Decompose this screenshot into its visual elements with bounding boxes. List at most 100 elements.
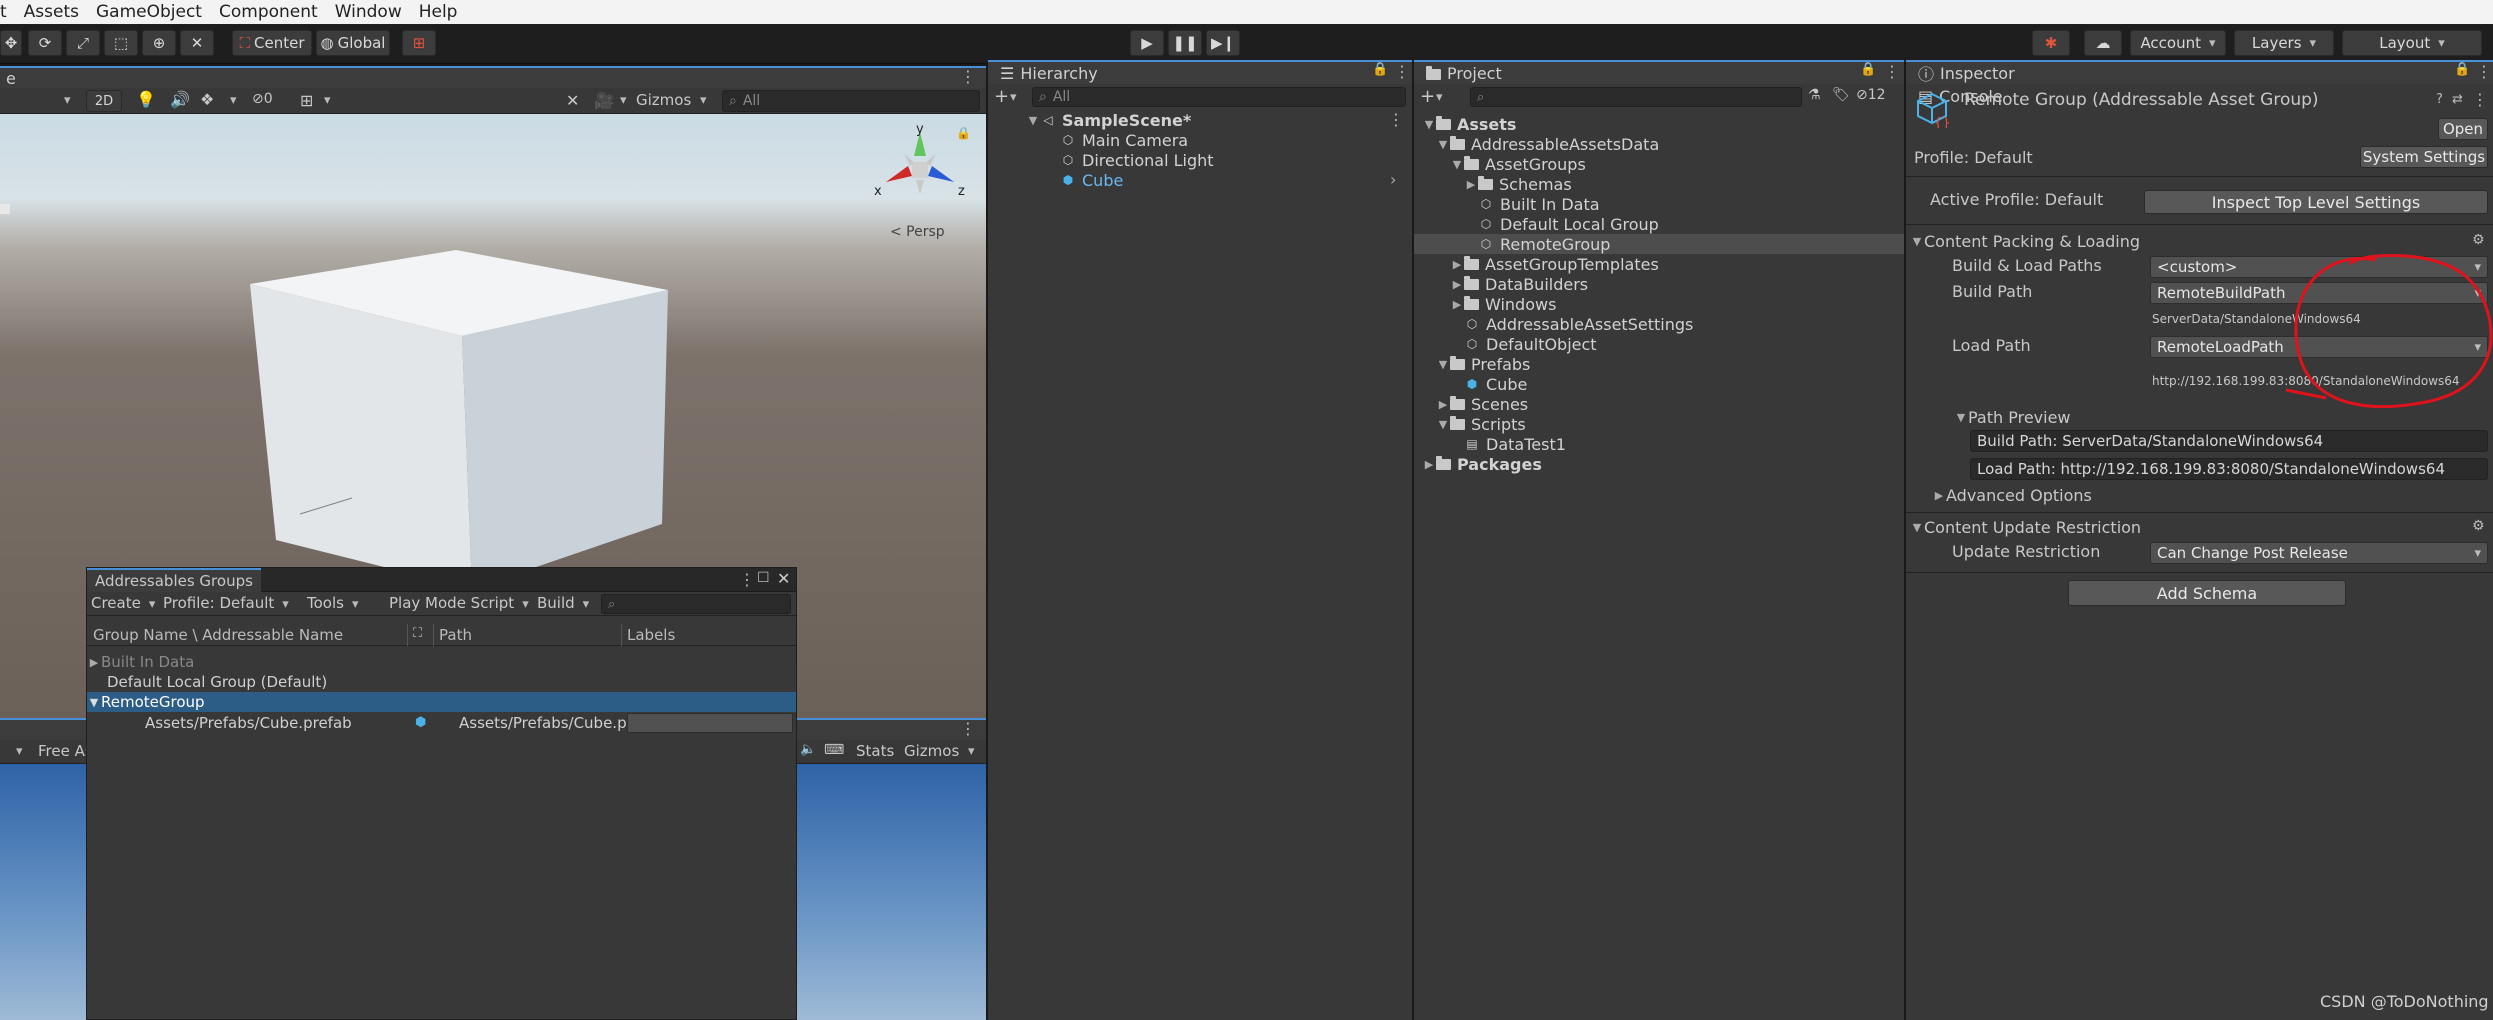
tools-icon[interactable]: ✕ — [566, 91, 579, 110]
transform-tool-button[interactable]: ⊕ — [142, 30, 176, 56]
collapse-arrow-icon[interactable]: ▼ — [87, 696, 101, 709]
expand-arrow-icon[interactable]: ▶ — [1450, 278, 1464, 291]
content-update-foldout[interactable]: ▼ Content Update Restriction — [1910, 518, 2141, 537]
create-dropdown-icon[interactable]: ▾ — [1010, 90, 1017, 105]
menu-item-gameobject[interactable]: GameObject — [96, 2, 202, 22]
tab-addressables[interactable]: Addressables Groups — [87, 568, 261, 592]
column-divider[interactable] — [621, 624, 622, 646]
profile-dropdown[interactable]: Profile: Default — [163, 594, 289, 612]
more-options-icon[interactable]: ⋮ — [1388, 110, 1404, 129]
expand-arrow-icon[interactable]: ▶ — [1422, 458, 1436, 471]
scene-visibility-icon[interactable]: ⊘0 — [252, 91, 273, 107]
collapse-arrow-icon[interactable]: ▼ — [1436, 138, 1450, 151]
game-gizmos-dropdown-icon[interactable]: ▾ — [968, 744, 975, 759]
create-dropdown-icon[interactable]: ▾ — [1436, 90, 1443, 105]
addressables-search-input[interactable]: ⌕ — [601, 594, 791, 614]
grid-toggle-icon[interactable]: ⊞ — [300, 91, 313, 110]
build-dropdown[interactable]: Build — [537, 594, 589, 612]
hidden-packages-icon[interactable]: ⊘12 — [1856, 87, 1886, 103]
tools-dropdown[interactable]: Tools — [307, 594, 358, 612]
project-asset-built-in[interactable]: ⬡ Built In Data — [1478, 194, 1600, 214]
expand-arrow-icon[interactable]: ▶ — [1450, 258, 1464, 271]
tab-project[interactable]: Project — [1414, 60, 1904, 84]
gear-icon[interactable]: ⚙ — [2472, 518, 2485, 534]
column-group-name[interactable]: Group Name \ Addressable Name — [93, 626, 343, 644]
grid-dropdown-icon[interactable]: ▾ — [324, 93, 331, 108]
create-plus-button[interactable]: + — [994, 86, 1009, 107]
project-folder-assets[interactable]: ▼ Assets — [1422, 114, 1517, 134]
account-dropdown[interactable]: Account — [2130, 30, 2226, 56]
project-folder-packages[interactable]: ▶ Packages — [1422, 454, 1542, 474]
project-search-input[interactable]: ⌕ — [1470, 87, 1802, 107]
lock-icon[interactable]: 🔒 — [1372, 62, 1388, 77]
keyboard-icon[interactable]: ⌨ — [824, 742, 844, 758]
move-tool-button[interactable]: ✥ — [0, 30, 22, 56]
mode-2d-toggle[interactable]: 2D — [86, 90, 122, 112]
pause-button[interactable]: ❚❚ — [1168, 30, 1202, 56]
scale-tool-button[interactable]: ⤢ — [66, 30, 100, 56]
grid-snap-button[interactable]: ⊞ — [402, 30, 436, 56]
play-button[interactable]: ▶ — [1130, 30, 1164, 56]
update-restriction-dropdown[interactable]: Can Change Post Release ▾ — [2150, 542, 2488, 564]
audio-mute-icon[interactable]: 🔈 — [800, 742, 816, 757]
more-options-icon[interactable]: ⋮ — [1884, 62, 1900, 81]
project-asset-cube[interactable]: ⬢ Cube — [1464, 374, 1528, 394]
project-folder-windows[interactable]: ▶ Windows — [1450, 294, 1557, 314]
hierarchy-search-input[interactable]: ⌕ All — [1032, 87, 1406, 107]
project-folder-addressable-data[interactable]: ▼ AddressableAssetsData — [1436, 134, 1659, 154]
add-schema-button[interactable]: Add Schema — [2068, 580, 2346, 606]
cloud-button[interactable]: ☁ — [2084, 30, 2122, 56]
expand-arrow-icon[interactable]: ▶ — [87, 656, 101, 669]
project-asset-default-object[interactable]: ⬡ DefaultObject — [1464, 334, 1597, 354]
audio-icon[interactable]: 🔊 — [170, 90, 190, 109]
game-gizmos-button[interactable]: Gizmos — [904, 742, 959, 760]
menu-item-window-edge[interactable]: t — [0, 2, 7, 22]
more-options-icon[interactable]: ⋮ — [739, 570, 755, 589]
project-asset-data-test[interactable]: ▤ DataTest1 — [1464, 434, 1566, 454]
stats-button[interactable]: Stats — [856, 742, 894, 760]
column-divider[interactable] — [407, 624, 408, 646]
collab-button[interactable]: ✱ — [2032, 30, 2070, 56]
create-plus-button[interactable]: + — [1420, 86, 1435, 107]
collapse-arrow-icon[interactable]: ▼ — [1422, 118, 1436, 131]
play-mode-script-dropdown[interactable]: Play Mode Script — [389, 594, 529, 612]
hierarchy-item-directional-light[interactable]: ⬡ Directional Light — [1060, 150, 1214, 170]
collapse-arrow-icon[interactable]: ▼ — [1450, 158, 1464, 171]
rotate-tool-button[interactable]: ⟳ — [28, 30, 62, 56]
project-folder-schemas[interactable]: ▶ Schemas — [1464, 174, 1572, 194]
project-asset-default-local[interactable]: ⬡ Default Local Group — [1478, 214, 1659, 234]
table-row[interactable]: ▶ Built In Data — [87, 652, 796, 672]
project-folder-prefabs[interactable]: ▼ Prefabs — [1436, 354, 1531, 374]
projection-toggle[interactable]: < Persp — [890, 224, 945, 240]
pivot-center-button[interactable]: ⛶ Center — [232, 30, 312, 56]
gizmos-dropdown-icon[interactable]: ▾ — [700, 93, 707, 108]
advanced-options-foldout[interactable]: ▶ Advanced Options — [1932, 486, 2092, 505]
project-folder-data-builders[interactable]: ▶ DataBuilders — [1450, 274, 1588, 294]
close-icon[interactable]: ✕ — [777, 569, 790, 588]
table-row-selected[interactable]: ▼ RemoteGroup — [87, 692, 796, 712]
menu-item-window[interactable]: Window — [335, 2, 402, 22]
lighting-icon[interactable]: 💡 — [136, 90, 156, 109]
labels-field[interactable] — [627, 713, 793, 733]
camera-dropdown-icon[interactable]: ▾ — [620, 93, 627, 108]
maximize-icon[interactable]: ☐ — [757, 570, 770, 586]
expand-arrow-icon[interactable]: ▶ — [1464, 178, 1478, 191]
column-labels[interactable]: Labels — [627, 626, 675, 644]
rect-tool-button[interactable]: ⬚ — [104, 30, 138, 56]
expand-arrow-icon[interactable]: ▶ — [1436, 398, 1450, 411]
column-path[interactable]: Path — [439, 626, 472, 644]
project-folder-scenes[interactable]: ▶ Scenes — [1436, 394, 1528, 414]
search-by-label-icon[interactable]: 🏷 — [1832, 87, 1850, 103]
draw-mode-dropdown-icon[interactable]: ▾ — [64, 93, 71, 108]
collapse-arrow-icon[interactable]: ▼ — [1026, 114, 1040, 127]
hierarchy-item-cube[interactable]: ⬢ Cube › — [1060, 170, 1400, 190]
hierarchy-scene-row[interactable]: ▼ ◁ SampleScene* ⋮ — [1026, 110, 1410, 130]
display-dropdown-icon[interactable]: ▾ — [16, 744, 23, 759]
project-asset-settings[interactable]: ⬡ AddressableAssetSettings — [1464, 314, 1694, 334]
project-folder-scripts[interactable]: ▼ Scripts — [1436, 414, 1526, 434]
column-divider[interactable] — [433, 624, 434, 646]
hierarchy-item-main-camera[interactable]: ⬡ Main Camera — [1060, 130, 1188, 150]
lock-icon[interactable]: 🔒 — [956, 126, 971, 140]
project-folder-asset-groups[interactable]: ▼ AssetGroups — [1450, 154, 1586, 174]
tab-scene[interactable]: e — [0, 66, 986, 88]
